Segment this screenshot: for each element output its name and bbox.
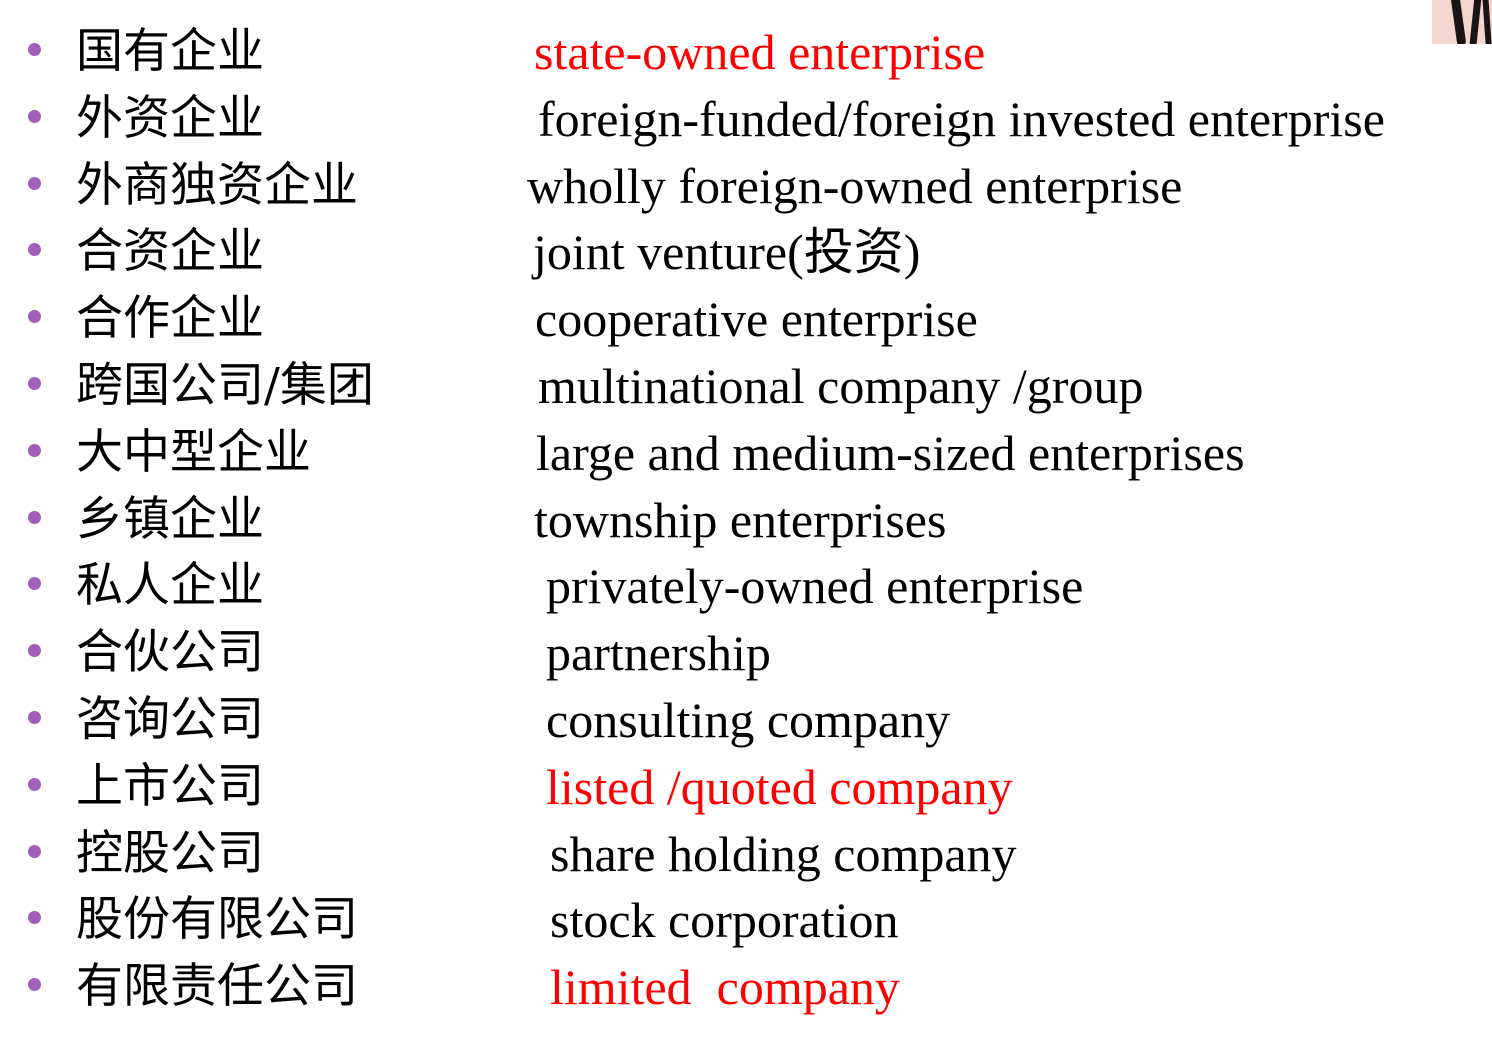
english-term: state-owned enterprise	[534, 24, 986, 80]
chinese-term: 咨询公司	[76, 691, 264, 747]
slide: 国有企业 state-owned enterprise 外资企业 foreign…	[0, 0, 1492, 1052]
bullet-icon	[28, 310, 41, 324]
chinese-term: 私人企业	[76, 558, 264, 614]
term-row: 合伙公司 partnership	[0, 619, 1492, 686]
chinese-term: 股份有限公司	[76, 892, 358, 948]
term-row: 乡镇企业 township enterprises	[0, 486, 1492, 553]
term-row: 外资企业 foreign-funded/foreign invested ent…	[0, 85, 1492, 152]
chinese-term: 外商独资企业	[76, 157, 358, 213]
chinese-term: 乡镇企业	[76, 491, 264, 547]
bullet-icon	[28, 844, 41, 858]
chinese-term: 跨国公司/集团	[76, 357, 374, 413]
term-row: 大中型企业 large and medium-sized enterprises	[0, 419, 1492, 486]
term-row: 控股公司 share holding company	[0, 820, 1492, 887]
bullet-icon	[28, 710, 41, 724]
english-term: foreign-funded/foreign invested enterpri…	[538, 90, 1385, 147]
term-row: 合作企业 cooperative enterprise	[0, 285, 1492, 352]
term-row: 跨国公司/集团 multinational company /group	[0, 352, 1492, 419]
english-term: large and medium-sized enterprises	[536, 424, 1245, 481]
english-term: partnership	[546, 625, 771, 682]
chinese-term: 外资企业	[76, 90, 264, 146]
bullet-icon	[28, 510, 41, 524]
bullet-icon	[28, 43, 41, 56]
bullet-icon	[28, 577, 41, 591]
english-term: township enterprises	[534, 491, 947, 548]
chinese-term: 大中型企业	[76, 424, 311, 480]
term-row: 股份有限公司 stock corporation	[0, 886, 1492, 953]
term-row: 私人企业 privately-owned enterprise	[0, 552, 1492, 619]
english-term: multinational company /group	[538, 357, 1144, 414]
bullet-icon	[28, 176, 41, 190]
bullet-icon	[28, 443, 41, 457]
chinese-term: 合伙公司	[76, 625, 264, 681]
term-row: 有限责任公司 limited company	[0, 953, 1492, 1020]
english-term: cooperative enterprise	[535, 291, 978, 348]
chinese-term: 控股公司	[76, 825, 264, 881]
chinese-term: 合作企业	[76, 291, 264, 347]
term-row: 外商独资企业 wholly foreign-owned enterprise	[0, 152, 1492, 219]
english-term: joint venture(投资)	[533, 224, 921, 281]
english-term: privately-owned enterprise	[546, 558, 1084, 615]
english-term: wholly foreign-owned enterprise	[527, 157, 1183, 214]
bullet-icon	[28, 777, 41, 791]
chinese-term: 合资企业	[76, 224, 264, 280]
bullet-icon	[28, 911, 41, 925]
term-row: 咨询公司 consulting company	[0, 686, 1492, 753]
term-row: 国有企业 state-owned enterprise	[0, 18, 1492, 85]
english-term: limited company	[550, 959, 900, 1016]
bullet-icon	[28, 644, 41, 658]
english-term: listed /quoted company	[546, 758, 1013, 815]
term-list: 国有企业 state-owned enterprise 外资企业 foreign…	[0, 18, 1492, 1020]
chinese-term: 上市公司	[76, 758, 264, 814]
chinese-term: 有限责任公司	[76, 959, 358, 1015]
bullet-icon	[28, 109, 41, 123]
chinese-term: 国有企业	[76, 24, 264, 79]
term-row: 上市公司 listed /quoted company	[0, 753, 1492, 820]
bullet-icon	[28, 376, 41, 390]
term-row: 合资企业 joint venture(投资)	[0, 218, 1492, 285]
english-term: consulting company	[546, 691, 951, 748]
bullet-icon	[28, 978, 41, 992]
english-term: stock corporation	[550, 892, 899, 949]
bullet-icon	[28, 243, 41, 257]
english-term: share holding company	[550, 825, 1017, 882]
